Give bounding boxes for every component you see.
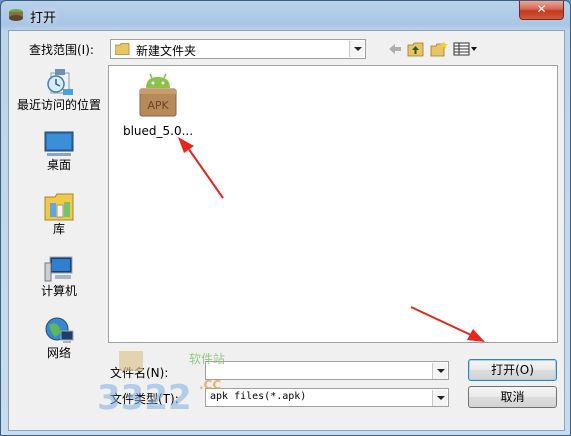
- desktop-icon: [44, 131, 74, 156]
- close-button[interactable]: ✕: [519, 1, 564, 20]
- back-icon[interactable]: [386, 41, 404, 57]
- filename-input[interactable]: [208, 363, 430, 378]
- folder-icon: [115, 43, 130, 55]
- filename-label: 文件名(N):: [110, 366, 169, 380]
- open-button[interactable]: 打开(O): [468, 359, 557, 381]
- place-label: 网络: [46, 346, 71, 360]
- cancel-button[interactable]: 取消: [468, 386, 557, 408]
- open-file-dialog: 打开 ✕ 查找范围(I): 新建文件夹 最近访问的位置 桌面 库 计算机 网络 …: [0, 0, 571, 436]
- up-folder-icon[interactable]: [407, 41, 425, 57]
- file-list[interactable]: APK blued_5.0...: [108, 65, 558, 343]
- place-computer[interactable]: 计算机: [15, 255, 103, 298]
- place-recent[interactable]: 最近访问的位置: [15, 67, 103, 112]
- network-icon: [45, 317, 74, 343]
- file-item[interactable]: APK blued_5.0...: [119, 72, 197, 138]
- chevron-down-icon[interactable]: [432, 363, 447, 379]
- apk-icon-text: APK: [147, 99, 169, 112]
- computer-icon: [44, 256, 73, 282]
- window-title: 打开: [30, 11, 57, 26]
- place-label: 计算机: [40, 284, 77, 298]
- place-libraries[interactable]: 库: [15, 193, 103, 236]
- title-bar[interactable]: 打开 ✕: [1, 1, 570, 29]
- place-desktop[interactable]: 桌面: [15, 131, 103, 172]
- watermark-logo: 3322 软件站 .CC: [97, 351, 225, 418]
- place-label: 桌面: [46, 158, 71, 172]
- view-menu-icon[interactable]: [453, 41, 479, 57]
- dialog-body: 查找范围(I): 新建文件夹 最近访问的位置 桌面 库 计算机 网络 APK b…: [8, 30, 565, 431]
- apk-file-icon: APK: [139, 73, 177, 117]
- new-folder-icon[interactable]: [430, 41, 448, 57]
- place-network[interactable]: 网络: [15, 317, 103, 360]
- file-name: blued_5.0...: [122, 124, 194, 138]
- chevron-down-icon[interactable]: [432, 390, 447, 406]
- look-in-value: 新建文件夹: [136, 44, 197, 58]
- filetype-select[interactable]: apk files(*.apk): [205, 388, 449, 407]
- libraries-icon: [44, 193, 74, 221]
- look-in-label: 查找范围(I):: [29, 43, 94, 57]
- places-bar: 最近访问的位置 桌面 库 计算机 网络: [15, 65, 103, 420]
- filetype-label: 文件类型(T):: [110, 392, 179, 406]
- place-label: 最近访问的位置: [16, 98, 101, 112]
- filetype-value: apk files(*.apk): [210, 391, 307, 402]
- filename-combo[interactable]: [205, 361, 449, 380]
- app-icon: [9, 9, 23, 21]
- place-label: 库: [52, 222, 65, 236]
- chevron-down-icon[interactable]: [349, 41, 364, 57]
- recent-places-icon: [47, 69, 73, 95]
- close-icon: ✕: [536, 2, 547, 16]
- look-in-combo[interactable]: 新建文件夹: [110, 39, 366, 59]
